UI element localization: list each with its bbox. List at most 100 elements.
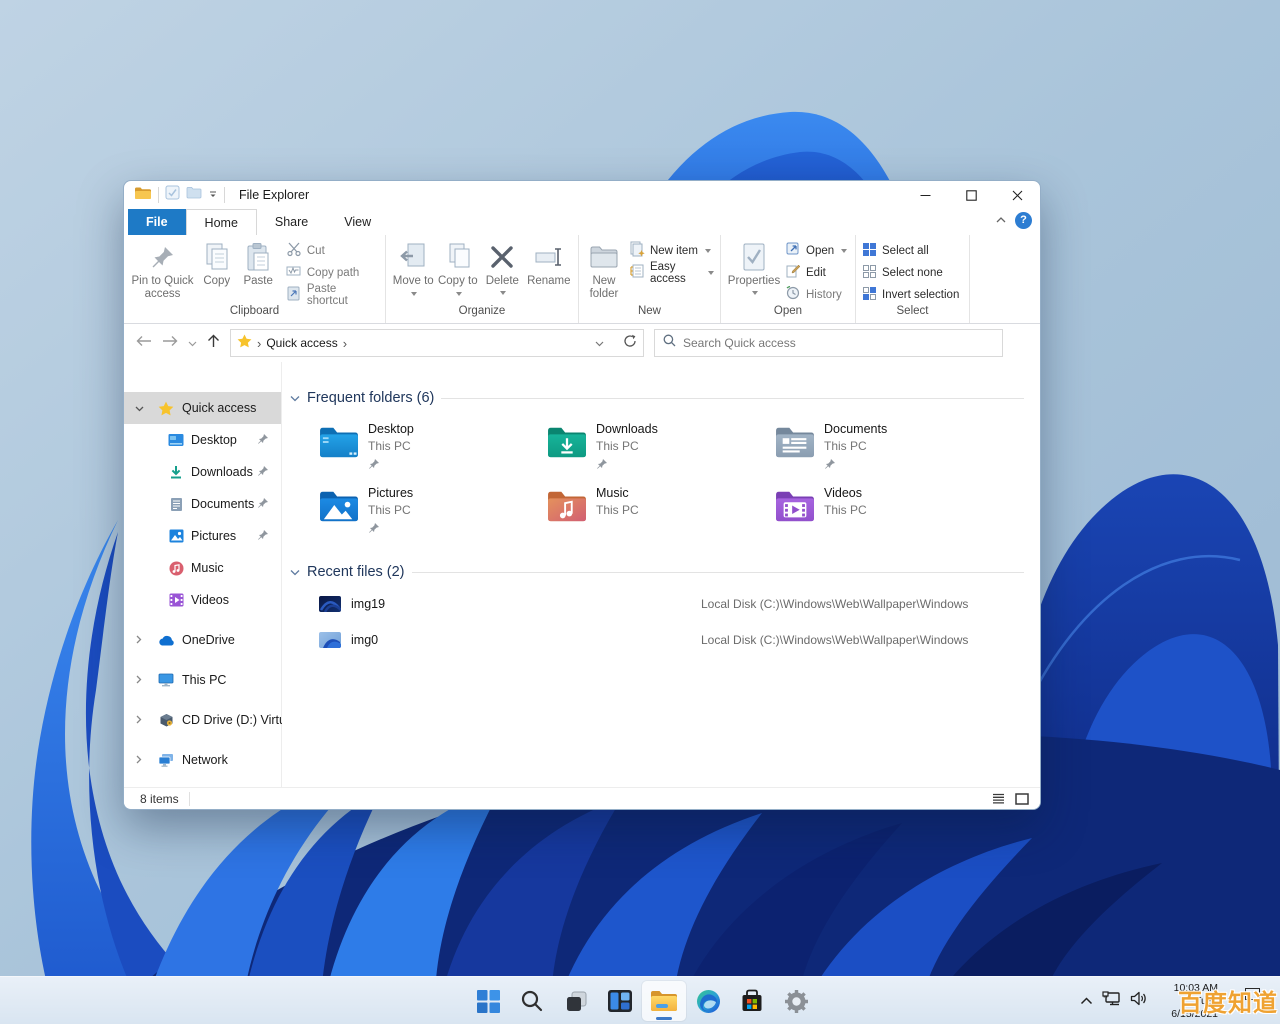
edit-icon	[785, 263, 801, 282]
breadcrumb-chevron-icon[interactable]: ›	[343, 336, 347, 351]
back-icon[interactable]	[136, 334, 152, 352]
recent-file-path: Local Disk (C:)\Windows\Web\Wallpaper\Wi…	[701, 633, 969, 647]
start-button[interactable]	[466, 981, 510, 1021]
sidebar-item-pictures[interactable]: Pictures	[124, 520, 281, 552]
pin-icon	[368, 521, 380, 539]
details-view-icon[interactable]	[988, 790, 1008, 808]
frequent-folders-header[interactable]: Frequent folders (6)	[307, 390, 434, 406]
pin-to-quick-access-button[interactable]: Pin to Quick access	[130, 238, 195, 301]
search-input[interactable]	[683, 336, 994, 350]
music-folder-icon	[546, 488, 588, 529]
sidebar-item-videos[interactable]: Videos	[124, 584, 281, 616]
recent-files-header[interactable]: Recent files (2)	[307, 564, 405, 580]
ribbon-home: Pin to Quick access Copy Paste Cut Copy …	[124, 235, 1040, 324]
sidebar-item-music[interactable]: Music	[124, 552, 281, 584]
sidebar-item-quick-access[interactable]: Quick access	[124, 392, 281, 424]
up-icon[interactable]	[207, 334, 220, 353]
file-explorer-window: File Explorer File Home Share View ? Pin…	[123, 180, 1041, 810]
sidebar-item-onedrive[interactable]: OneDrive	[124, 624, 281, 656]
sidebar-item-downloads[interactable]: Downloads	[124, 456, 281, 488]
sidebar-item-cd-drive[interactable]: CD Drive (D:) Virtuall	[124, 704, 298, 736]
chevron-right-icon[interactable]	[132, 673, 146, 687]
tab-view[interactable]: View	[326, 209, 389, 235]
items-count: 8 items	[140, 791, 179, 806]
close-button[interactable]	[994, 181, 1040, 209]
store-taskbar-button[interactable]	[730, 981, 774, 1021]
open-button[interactable]: Open	[785, 242, 848, 259]
new-folder-button[interactable]: New folder	[585, 238, 623, 301]
chevron-down-icon[interactable]	[132, 401, 146, 415]
tab-home[interactable]: Home	[185, 209, 257, 235]
cut-button[interactable]: Cut	[286, 242, 379, 259]
folder-tile-music[interactable]: Music This PC	[546, 486, 766, 542]
task-view-button[interactable]	[554, 981, 598, 1021]
tab-share[interactable]: Share	[257, 209, 326, 235]
folder-tile-downloads[interactable]: Downloads This PC	[546, 422, 766, 478]
recent-locations-icon[interactable]	[188, 334, 197, 352]
collapse-ribbon-icon[interactable]	[995, 211, 1007, 229]
folder-tile-desktop[interactable]: Desktop This PC	[318, 422, 538, 478]
maximize-button[interactable]	[948, 181, 994, 209]
history-icon	[785, 285, 801, 304]
window-title: File Explorer	[239, 188, 310, 202]
collapse-section-icon[interactable]	[290, 563, 300, 581]
sidebar-item-desktop[interactable]: Desktop	[124, 424, 281, 456]
select-none-button[interactable]: Select none	[862, 264, 959, 281]
pin-icon	[368, 457, 380, 475]
task-view-icon	[566, 991, 586, 1011]
breadcrumb-quick-access[interactable]: Quick access	[266, 336, 337, 350]
network-tray-icon[interactable]	[1102, 991, 1121, 1011]
recent-file-row[interactable]: img0 Local Disk (C:)\Windows\Web\Wallpap…	[282, 626, 1040, 660]
sidebar-item-documents[interactable]: Documents	[124, 488, 281, 520]
search-button[interactable]	[510, 981, 554, 1021]
collapse-section-icon[interactable]	[290, 389, 300, 407]
divider	[411, 571, 1024, 573]
edge-taskbar-button[interactable]	[686, 981, 730, 1021]
music-icon	[167, 561, 185, 576]
sidebar-item-network[interactable]: Network	[124, 744, 281, 776]
delete-button[interactable]: Delete	[481, 238, 524, 296]
folder-tile-pictures[interactable]: Pictures This PC	[318, 486, 538, 542]
qat-customize-dropdown-icon[interactable]	[208, 186, 218, 204]
history-button[interactable]: History	[785, 285, 847, 304]
settings-taskbar-button[interactable]	[774, 981, 818, 1021]
copy-path-button[interactable]: Copy path	[286, 264, 379, 281]
sidebar-item-this-pc[interactable]: This PC	[124, 664, 281, 696]
refresh-icon[interactable]	[623, 334, 637, 353]
select-all-button[interactable]: Select all	[862, 242, 959, 259]
folder-tile-documents[interactable]: Documents This PC	[774, 422, 994, 478]
widgets-button[interactable]	[598, 981, 642, 1021]
qat-properties-icon[interactable]	[165, 185, 180, 205]
easy-access-button[interactable]: Easy access	[629, 261, 714, 285]
properties-button[interactable]: Properties	[727, 238, 781, 296]
recent-file-row[interactable]: img19 Local Disk (C:)\Windows\Web\Wallpa…	[282, 590, 1040, 624]
forward-icon[interactable]	[162, 334, 178, 352]
file-explorer-taskbar-button[interactable]	[642, 981, 686, 1021]
folder-tile-videos[interactable]: Videos This PC	[774, 486, 994, 542]
move-to-button[interactable]: Move to	[392, 238, 435, 301]
edit-button[interactable]: Edit	[785, 264, 847, 281]
rename-button[interactable]: Rename	[526, 238, 572, 288]
chevron-right-icon[interactable]	[132, 633, 146, 647]
large-icons-view-icon[interactable]	[1012, 790, 1032, 808]
breadcrumb-chevron-icon[interactable]: ›	[257, 336, 261, 351]
copy-to-icon	[444, 239, 472, 275]
volume-tray-icon[interactable]	[1130, 991, 1147, 1011]
tab-file[interactable]: File	[128, 209, 186, 235]
chevron-right-icon[interactable]	[132, 753, 146, 767]
paste-shortcut-button[interactable]: Paste shortcut	[286, 283, 379, 307]
new-item-button[interactable]: New item	[629, 241, 714, 259]
chevron-right-icon[interactable]	[132, 713, 146, 727]
address-dropdown-icon[interactable]	[595, 334, 604, 352]
copy-button[interactable]: Copy	[197, 238, 236, 288]
tray-chevron-up-icon[interactable]	[1080, 992, 1093, 1010]
titlebar[interactable]: File Explorer	[124, 181, 1040, 209]
help-icon[interactable]: ?	[1015, 211, 1032, 229]
paste-button[interactable]: Paste	[238, 238, 277, 288]
minimize-button[interactable]	[902, 181, 948, 209]
search-box[interactable]	[654, 329, 1003, 357]
qat-new-folder-icon[interactable]	[186, 186, 202, 204]
address-bar[interactable]: › Quick access ›	[230, 329, 644, 357]
invert-selection-button[interactable]: Invert selection	[862, 286, 959, 303]
copy-to-button[interactable]: Copy to	[437, 238, 480, 301]
